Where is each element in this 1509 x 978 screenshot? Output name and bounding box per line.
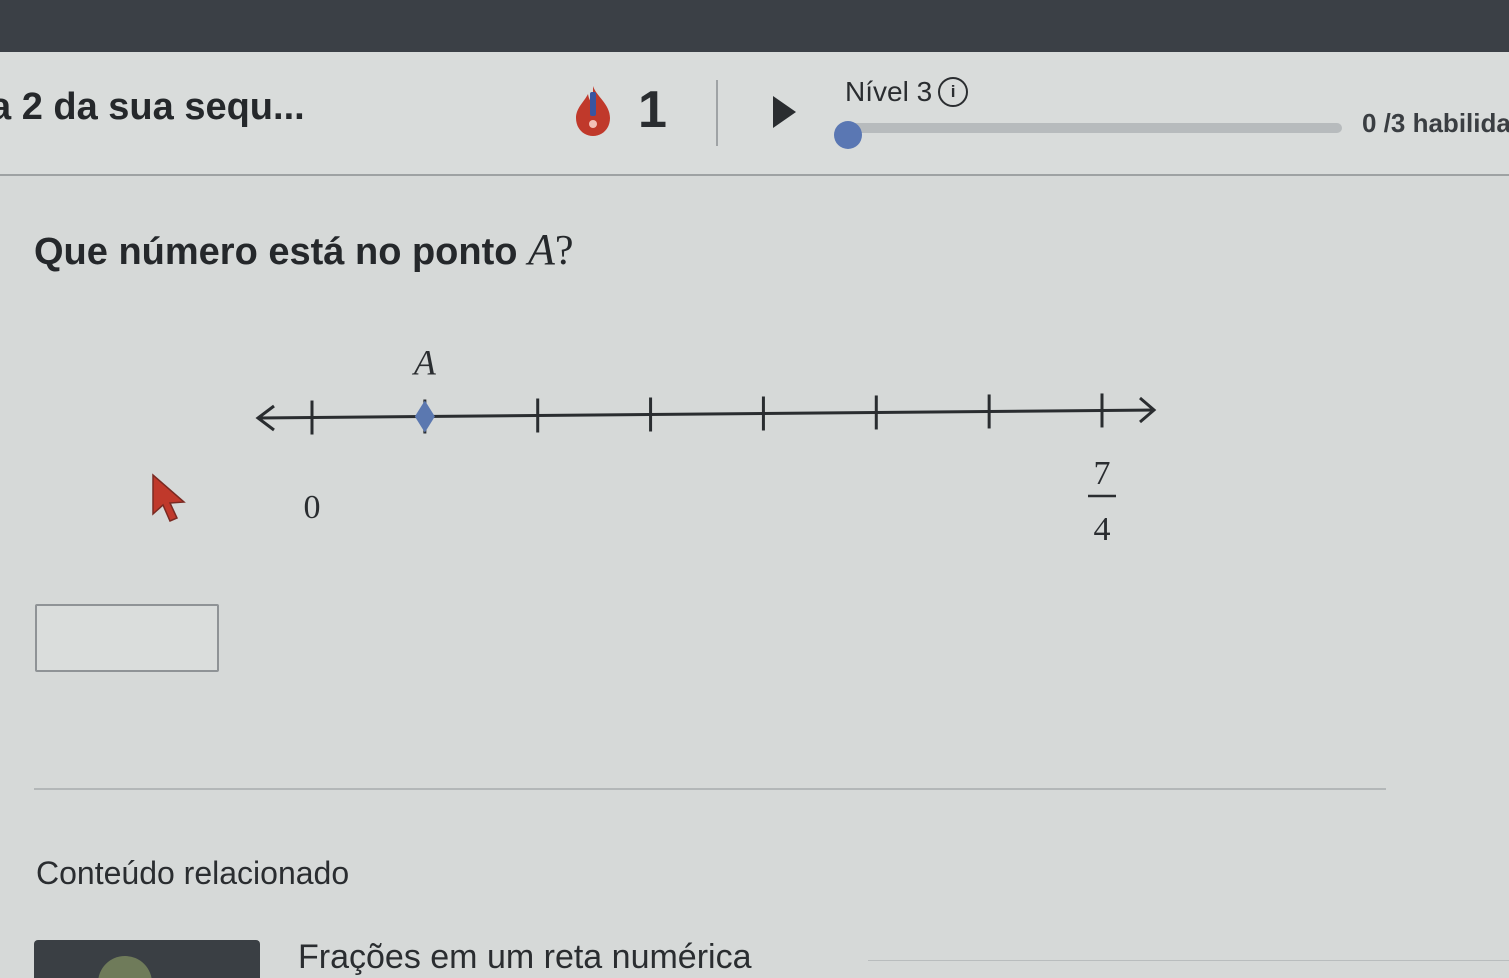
question-suffix: ? xyxy=(554,228,574,274)
related-link-divider xyxy=(868,960,1509,961)
header-bottom-divider xyxy=(0,174,1509,176)
number-line-axis xyxy=(257,408,1155,420)
point-a-label: A xyxy=(412,343,437,383)
cursor-arrow-icon xyxy=(152,473,186,522)
label-end-denominator: 4 xyxy=(1094,511,1111,548)
question-prefix: Que número está no ponto xyxy=(34,231,529,273)
related-video-thumbnail[interactable] xyxy=(34,940,260,978)
level-progress-track xyxy=(846,123,1342,133)
number-line: A 0 7 4 xyxy=(255,343,1157,548)
info-icon[interactable]: i xyxy=(938,77,969,107)
top-bar xyxy=(0,0,1509,52)
related-link[interactable]: Frações em um reta numérica xyxy=(298,938,752,977)
play-icon[interactable] xyxy=(770,94,798,130)
question-text: Que número está no ponto A? xyxy=(34,224,574,275)
flame-icon xyxy=(576,86,610,136)
section-divider xyxy=(34,788,1386,790)
level-label: Nível 3 i xyxy=(845,76,969,108)
level-progress-marker xyxy=(834,121,862,149)
streak-count: 1 xyxy=(638,81,667,139)
question-variable: A xyxy=(528,225,555,274)
level-text: Nível 3 xyxy=(845,76,933,107)
label-zero: 0 xyxy=(304,489,321,526)
thumbnail-glyph xyxy=(98,956,152,978)
related-content-title: Conteúdo relacionado xyxy=(36,855,350,891)
answer-input[interactable] xyxy=(35,604,219,672)
sequence-title: a 2 da sua sequ... xyxy=(0,86,305,128)
label-end-numerator: 7 xyxy=(1094,455,1111,492)
skills-count: 0 /3 habilida xyxy=(1362,108,1509,138)
point-a-marker xyxy=(414,400,435,433)
header-divider xyxy=(716,80,718,146)
